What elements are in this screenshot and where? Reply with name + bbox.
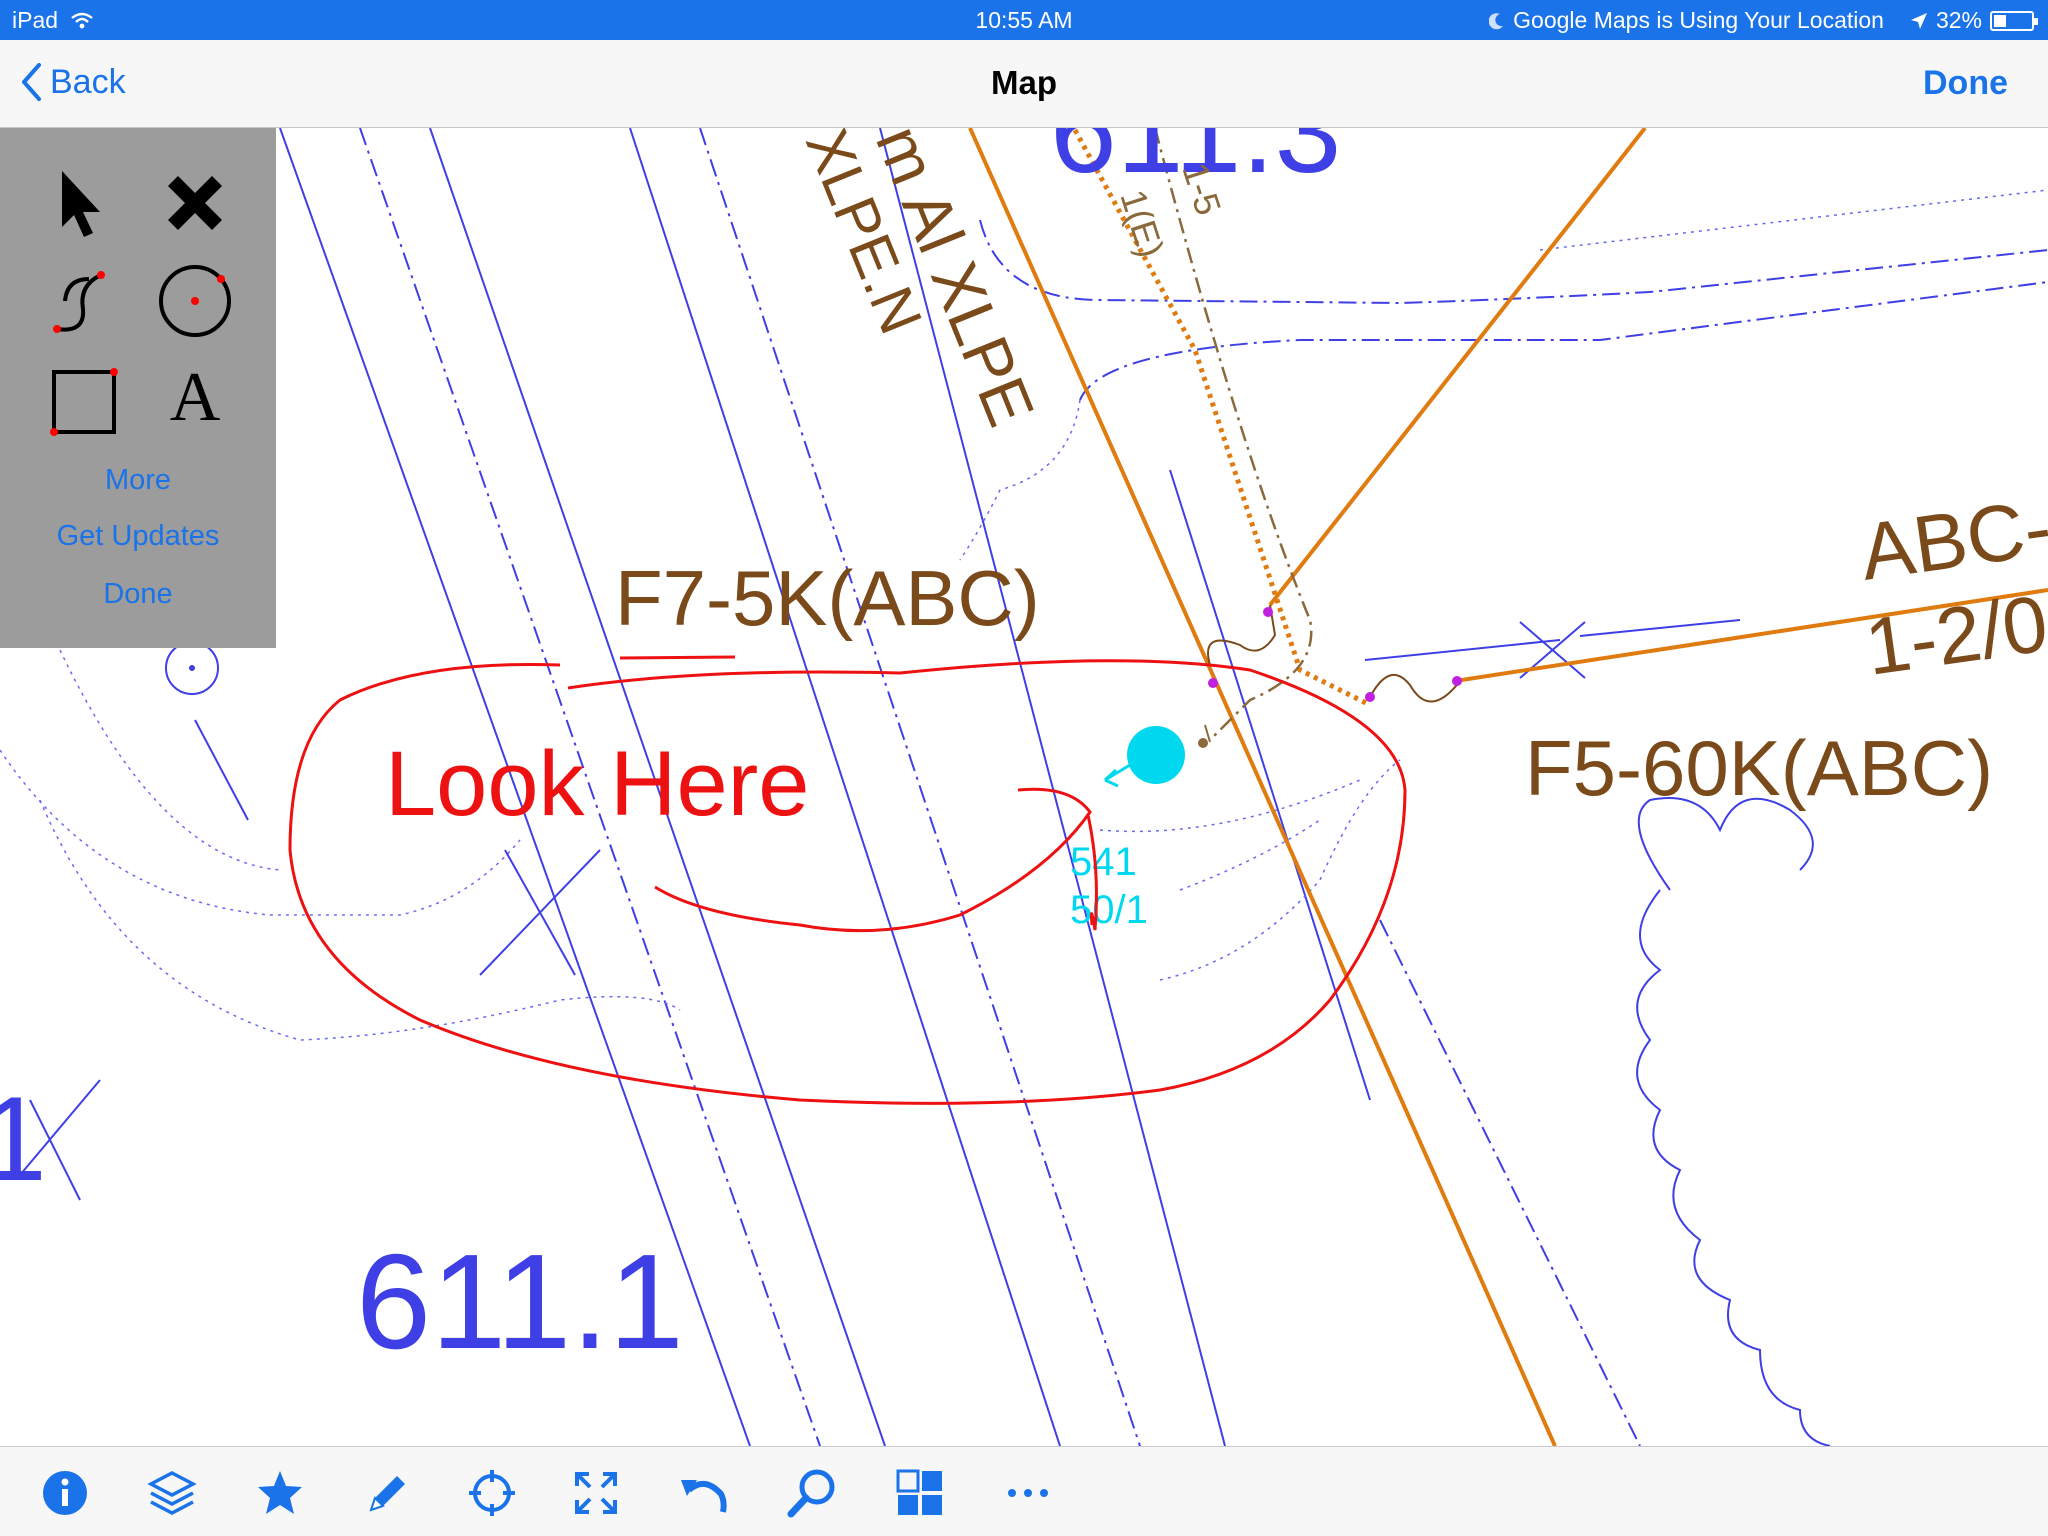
favorites-star-icon xyxy=(258,1471,302,1514)
markup-tool-palette: A More Get Updates Done xyxy=(0,128,276,648)
delete-tool-button[interactable] xyxy=(150,158,240,248)
map-drawing[interactable]: 611.3 611.1 1 F7-5K(ABC) F5-60K(ABC) ABC… xyxy=(0,128,2048,1446)
delete-icon xyxy=(168,176,222,230)
navigation-bar: Back Map Done xyxy=(0,40,2048,128)
info-icon xyxy=(43,1471,87,1515)
status-bar: iPad 10:55 AM Google Maps is Using Your … xyxy=(0,0,2048,40)
text-icon: A xyxy=(169,359,221,436)
bottom-toolbar xyxy=(0,1446,2048,1536)
circle-tool-button[interactable] xyxy=(150,256,240,346)
cross-marks xyxy=(19,621,1586,1201)
search-button[interactable] xyxy=(782,1463,842,1523)
pointer-icon xyxy=(62,171,100,237)
markup-pencil-icon xyxy=(369,1476,405,1512)
feeder-label-left: F7-5K(ABC) xyxy=(615,554,1040,642)
pole-number-2: 50/1 xyxy=(1070,888,1148,932)
parcel-label-bottom: 611.1 xyxy=(356,1226,684,1377)
feeder-label-right: F5-60K(ABC) xyxy=(1525,724,1993,812)
annotation-text[interactable]: Look Here xyxy=(385,733,809,835)
zoom-extent-icon xyxy=(575,1472,617,1514)
abc-label: ABC- xyxy=(1855,482,2048,597)
info-button[interactable] xyxy=(35,1463,95,1523)
more-dots-icon xyxy=(1008,1489,1048,1497)
layers-button[interactable] xyxy=(142,1463,202,1523)
locate-button[interactable] xyxy=(462,1463,522,1523)
select-tool-button[interactable] xyxy=(35,158,125,248)
grid-layout-icon xyxy=(896,1469,942,1515)
more-options-button[interactable] xyxy=(998,1463,1058,1523)
location-status-text: Google Maps is Using Your Location xyxy=(1513,7,1884,33)
pole-marker xyxy=(1103,724,1211,788)
get-updates-button[interactable]: Get Updates xyxy=(0,520,276,553)
palette-done-button[interactable]: Done xyxy=(0,578,276,611)
back-button[interactable]: Back xyxy=(20,62,126,102)
survey-point xyxy=(165,641,219,695)
markup-button[interactable] xyxy=(358,1463,418,1523)
favorites-button[interactable] xyxy=(250,1463,310,1523)
rectangle-tool-button[interactable] xyxy=(35,353,125,443)
circle-icon xyxy=(159,265,231,337)
search-icon xyxy=(787,1469,835,1518)
undo-button[interactable] xyxy=(672,1463,732,1523)
status-right: Google Maps is Using Your Location 32% xyxy=(1489,7,2038,34)
battery-icon xyxy=(1990,10,2038,31)
abc-fraction-label: 1-2/0 xyxy=(1860,578,2048,692)
freehand-curve-icon xyxy=(53,271,105,333)
markup-annotation[interactable] xyxy=(288,655,1407,1105)
moon-icon xyxy=(1489,12,1504,29)
zoom-extent-button[interactable] xyxy=(566,1463,626,1523)
vegetation-outline xyxy=(1636,797,1831,1446)
location-arrow-icon xyxy=(1910,12,1927,29)
more-button[interactable]: More xyxy=(0,464,276,497)
map-canvas[interactable]: 611.3 611.1 1 F7-5K(ABC) F5-60K(ABC) ABC… xyxy=(0,128,2048,1446)
back-label: Back xyxy=(50,62,126,101)
undo-icon xyxy=(681,1480,727,1513)
page-title: Map xyxy=(991,64,1057,101)
battery-percent: 32% xyxy=(1935,7,1982,33)
freehand-tool-button[interactable] xyxy=(35,256,125,346)
layout-button[interactable] xyxy=(890,1463,950,1523)
pole-number-1: 541 xyxy=(1070,840,1137,884)
chevron-left-icon xyxy=(22,63,41,101)
service-line xyxy=(1153,128,1313,741)
rectangle-icon xyxy=(50,368,118,436)
left-edge-label: 1 xyxy=(0,1072,47,1206)
text-tool-button[interactable]: A xyxy=(150,353,240,443)
done-button[interactable]: Done xyxy=(1923,64,2008,103)
locate-crosshair-icon xyxy=(469,1470,515,1516)
layers-icon xyxy=(147,1471,197,1515)
